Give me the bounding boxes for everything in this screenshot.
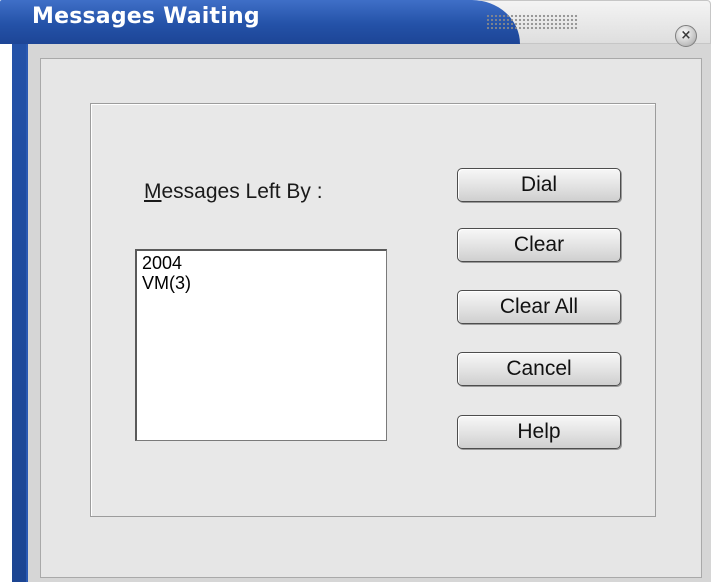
messages-left-by-label: Messages Left By : xyxy=(144,180,323,204)
dotted-grip-icon[interactable] xyxy=(486,14,578,30)
label-accesskey: M xyxy=(144,180,162,203)
clear-all-button[interactable]: Clear All xyxy=(457,290,621,324)
title-bar[interactable]: Messages Waiting × xyxy=(0,0,711,47)
messages-list[interactable]: 2004 VM(3) xyxy=(135,249,387,441)
clear-button[interactable]: Clear xyxy=(457,228,621,262)
list-item[interactable]: 2004 xyxy=(142,253,386,273)
dial-button[interactable]: Dial xyxy=(457,168,621,202)
help-button[interactable]: Help xyxy=(457,415,621,449)
cancel-button[interactable]: Cancel xyxy=(457,352,621,386)
label-text: essages Left By : xyxy=(161,180,323,203)
list-item[interactable]: VM(3) xyxy=(142,273,386,293)
window-title: Messages Waiting xyxy=(32,4,260,29)
messages-waiting-dialog: Messages Waiting × Messages Left By : 20… xyxy=(0,0,711,582)
close-icon[interactable]: × xyxy=(675,25,697,47)
